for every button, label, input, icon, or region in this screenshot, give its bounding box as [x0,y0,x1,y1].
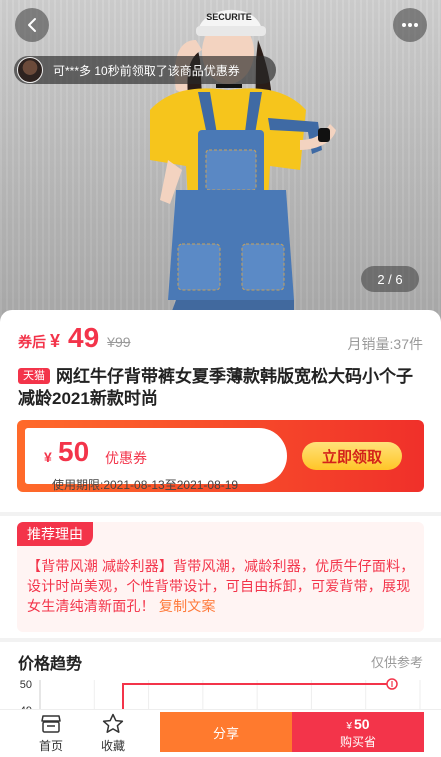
currency-symbol: ¥ [50,331,61,351]
coupon-price: 49 [68,322,100,353]
store-icon [41,714,61,733]
more-button[interactable] [393,8,427,42]
star-icon [102,713,124,733]
coupon-card[interactable]: ¥ 50 优惠券 使用期限:2021-08-13至2021-08-19 立即领取 [17,420,424,492]
more-dots-icon [402,23,418,27]
copy-text-button[interactable]: 复制文案 [159,598,216,614]
chevron-left-icon [28,18,36,32]
chart-series-line [44,683,392,711]
recommend-reason-box: 推荐理由 【背带风潮 减龄利器】背带风潮，减龄利器，优质牛仔面料，设计时尚美观，… [17,522,424,632]
image-pager: 2 / 6 [361,266,419,292]
buy-amount: 50 [353,715,370,732]
toast-text: 可***多 10秒前领取了该商品优惠券 [53,63,240,78]
coupon-claim-toast: 可***多 10秒前领取了该商品优惠券 [14,56,276,84]
buy-label: 购买省 [339,734,376,749]
recommend-reason-section: 推荐理由 【背带风潮 减龄利器】背带风潮，减龄利器，优质牛仔面料，设计时尚美观，… [0,516,441,638]
platform-tag: 天猫 [18,368,50,384]
favorite-button[interactable]: 收藏 [82,710,144,757]
avatar [17,57,43,83]
home-button[interactable]: 首页 [20,710,82,757]
recommend-reason-text: 【背带风潮 减龄利器】背带风潮，减龄利器，优质牛仔面料，设计时尚美观，个性背带设… [27,556,419,616]
price-row: 券后 ¥ 49 ¥99 [18,322,131,354]
original-price: ¥99 [107,334,131,350]
recommend-reason-label: 推荐理由 [17,522,93,546]
monthly-sales: 月销量:37件 [347,336,423,352]
product-title: 天猫 网红牛仔背带裤女夏季薄款韩版宽松大码小个子减龄2021新款时尚 [18,366,428,410]
chart-y-tick-label: 50 [20,679,32,691]
share-button[interactable]: 分享 [160,712,292,752]
coupon-body: ¥ 50 优惠券 使用期限:2021-08-13至2021-08-19 [25,428,287,492]
favorite-label: 收藏 [100,739,125,753]
coupon-amount: 50 [58,436,90,467]
buy-button[interactable]: ¥50 购买省 [292,712,424,752]
cap-logo-text: SECURITE [206,12,252,22]
buy-currency: ¥ [346,720,352,732]
reason-body: 【背带风潮 减龄利器】背带风潮，减龄利器，优质牛仔面料，设计时尚美观，个性背带设… [27,558,415,614]
coupon-validity: 使用期限:2021-08-13至2021-08-19 [52,478,239,492]
claim-coupon-button[interactable]: 立即领取 [302,442,402,470]
product-info-card: 券后 ¥ 49 ¥99 月销量:37件 天猫 网红牛仔背带裤女夏季薄款韩版宽松大码… [0,310,441,512]
coupon-unit: 优惠券 [105,450,147,466]
product-image-carousel[interactable]: SECURITE 可***多 10秒前领取了该商品优惠券 2 / 6 [0,0,441,322]
buy-price: ¥50 [346,716,369,735]
coupon-currency: ¥ [44,449,52,465]
product-title-text: 网红牛仔背带裤女夏季薄款韩版宽松大码小个子减龄2021新款时尚 [18,367,413,408]
back-button[interactable] [15,8,49,42]
home-label: 首页 [38,738,63,753]
after-coupon-label: 券后 [18,334,46,350]
bottom-action-bar: 首页 收藏 分享 ¥50 购买省 [0,709,441,757]
